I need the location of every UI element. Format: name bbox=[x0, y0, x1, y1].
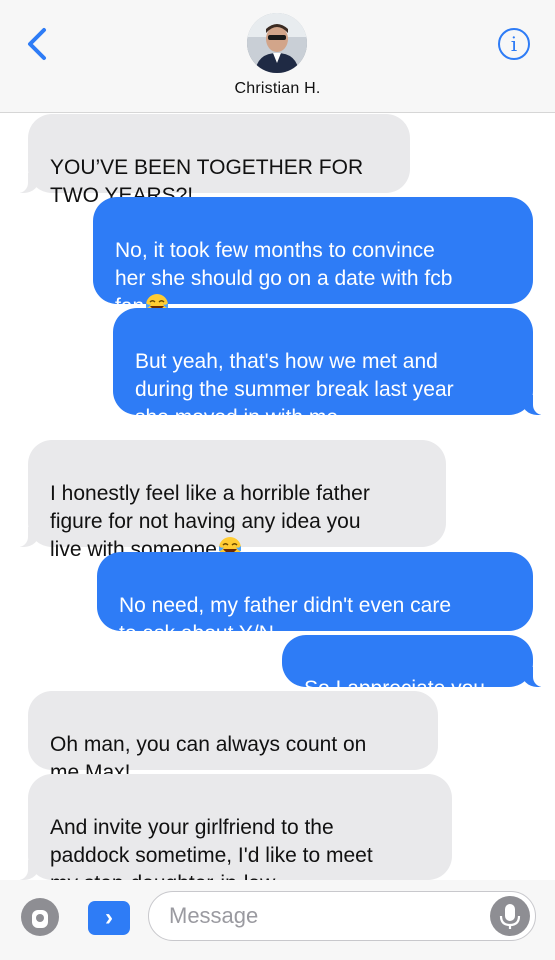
info-button[interactable]: i bbox=[498, 28, 530, 60]
avatar-photo bbox=[247, 13, 307, 73]
app-store-button[interactable]: › bbox=[88, 901, 130, 935]
contact-avatar[interactable] bbox=[247, 13, 307, 73]
incoming-message-bubble[interactable]: YOU’VE BEEN TOGETHER FOR TWO YEARS?! bbox=[8, 114, 410, 207]
outgoing-message-bubble[interactable]: No, it took few months to convince her s… bbox=[93, 197, 533, 318]
message-text: I honestly feel like a horrible father f… bbox=[50, 482, 370, 561]
chevron-left-icon bbox=[28, 28, 46, 60]
messages-screen: Christian H. i YOU’VE BEEN TOGETHER FOR … bbox=[0, 0, 555, 960]
app-store-icon: › bbox=[105, 904, 113, 931]
incoming-message-bubble[interactable]: Oh man, you can always count on me Max! bbox=[28, 691, 438, 784]
camera-button[interactable] bbox=[20, 897, 60, 937]
contact-name[interactable]: Christian H. bbox=[0, 80, 555, 98]
microphone-button[interactable] bbox=[490, 896, 530, 936]
incoming-message-bubble[interactable]: And invite your girlfriend to the paddoc… bbox=[8, 774, 452, 895]
message-list[interactable]: YOU’VE BEEN TOGETHER FOR TWO YEARS?! No,… bbox=[0, 113, 555, 895]
message-input[interactable] bbox=[148, 891, 536, 941]
info-icon: i bbox=[510, 32, 518, 56]
camera-icon bbox=[21, 898, 59, 936]
outgoing-message-bubble[interactable]: But yeah, that's how we met and during t… bbox=[113, 308, 553, 429]
back-button[interactable] bbox=[22, 26, 52, 62]
incoming-message-bubble[interactable]: I honestly feel like a horrible father f… bbox=[8, 440, 446, 561]
outgoing-message-bubble[interactable]: No need, my father didn't even care to a… bbox=[97, 552, 533, 645]
message-text: But yeah, that's how we met and during t… bbox=[135, 350, 454, 429]
conversation-header: Christian H. i bbox=[0, 0, 555, 113]
outgoing-message-bubble[interactable]: So I appreciate you bbox=[282, 635, 553, 700]
microphone-icon bbox=[499, 904, 521, 929]
